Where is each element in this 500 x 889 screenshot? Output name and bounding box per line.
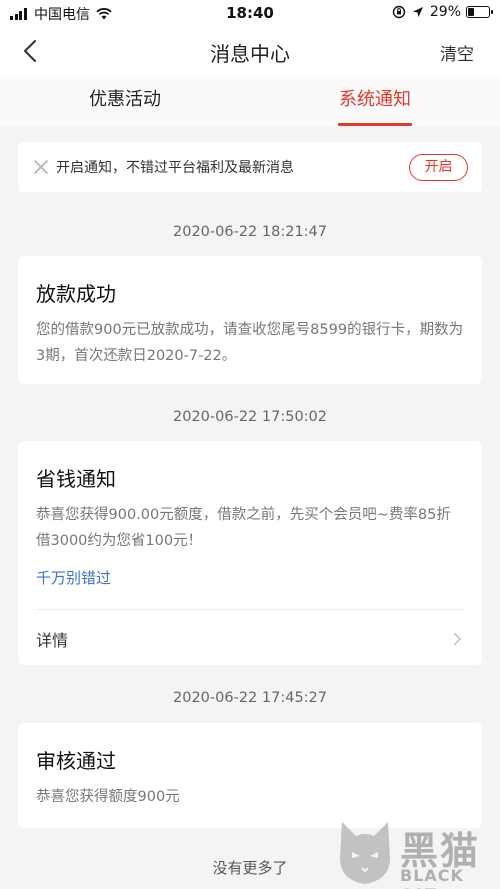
close-icon — [34, 160, 48, 174]
message-body: 恭喜您获得额度900元 — [36, 789, 180, 805]
clear-button[interactable]: 清空 — [440, 40, 474, 65]
rotation-lock-icon — [392, 5, 406, 19]
message-timestamp: 2020-06-22 17:50:02 — [173, 409, 327, 425]
message-card[interactable]: 审核通过 恭喜您获得额度900元 — [18, 723, 482, 828]
battery-icon — [466, 6, 493, 18]
enable-notification-banner: 开启通知，不错过平台福利及最新消息 开启 — [18, 142, 482, 192]
message-body: 恭喜您获得900.00元额度，借款之前，先买个会员吧~费率85折借3000约为您… — [36, 507, 451, 549]
active-tab-indicator — [338, 123, 412, 126]
tab-system-notifications[interactable]: 系统通知 — [300, 76, 450, 126]
chevron-right-icon — [453, 632, 461, 646]
message-timestamp: 2020-06-22 18:21:47 — [173, 224, 327, 240]
message-card[interactable]: 放款成功 您的借款900元已放款成功，请查收您尾号8599的银行卡，期数为3期，… — [18, 256, 482, 384]
battery-level — [468, 8, 474, 16]
details-label: 详情 — [36, 631, 69, 650]
details-row[interactable]: 详情 — [18, 610, 482, 666]
page-title: 消息中心 — [210, 42, 290, 66]
tab-bar: 优惠活动 系统通知 — [0, 76, 500, 126]
message-title: 省钱通知 — [36, 467, 116, 491]
promo-link[interactable]: 千万别错过 — [36, 567, 111, 588]
enable-notification-button[interactable]: 开启 — [409, 154, 468, 181]
tab-promotions[interactable]: 优惠活动 — [50, 76, 200, 126]
message-title: 审核通过 — [36, 749, 116, 773]
tab-label: 优惠活动 — [89, 89, 161, 110]
message-card: 省钱通知 恭喜您获得900.00元额度，借款之前，先买个会员吧~费率85折借30… — [18, 441, 482, 665]
banner-text: 开启通知，不错过平台福利及最新消息 — [56, 160, 294, 176]
tab-label: 系统通知 — [339, 89, 411, 110]
message-title: 放款成功 — [36, 282, 116, 306]
battery-percent: 29% — [429, 4, 461, 20]
watermark-en-text: BLACK CAT — [400, 866, 464, 889]
black-cat-logo-icon — [340, 822, 390, 884]
location-arrow-icon — [412, 7, 423, 17]
close-banner-button[interactable] — [32, 158, 50, 176]
status-bar: 中国电信 18:40 29% — [0, 0, 500, 26]
message-body: 您的借款900元已放款成功，请查收您尾号8599的银行卡，期数为3期，首次还款日… — [36, 322, 464, 364]
nav-bar: 消息中心 清空 — [0, 26, 500, 76]
black-cat-watermark: 黑猫 BLACK CAT — [336, 818, 500, 889]
message-timestamp: 2020-06-22 17:45:27 — [173, 690, 327, 706]
